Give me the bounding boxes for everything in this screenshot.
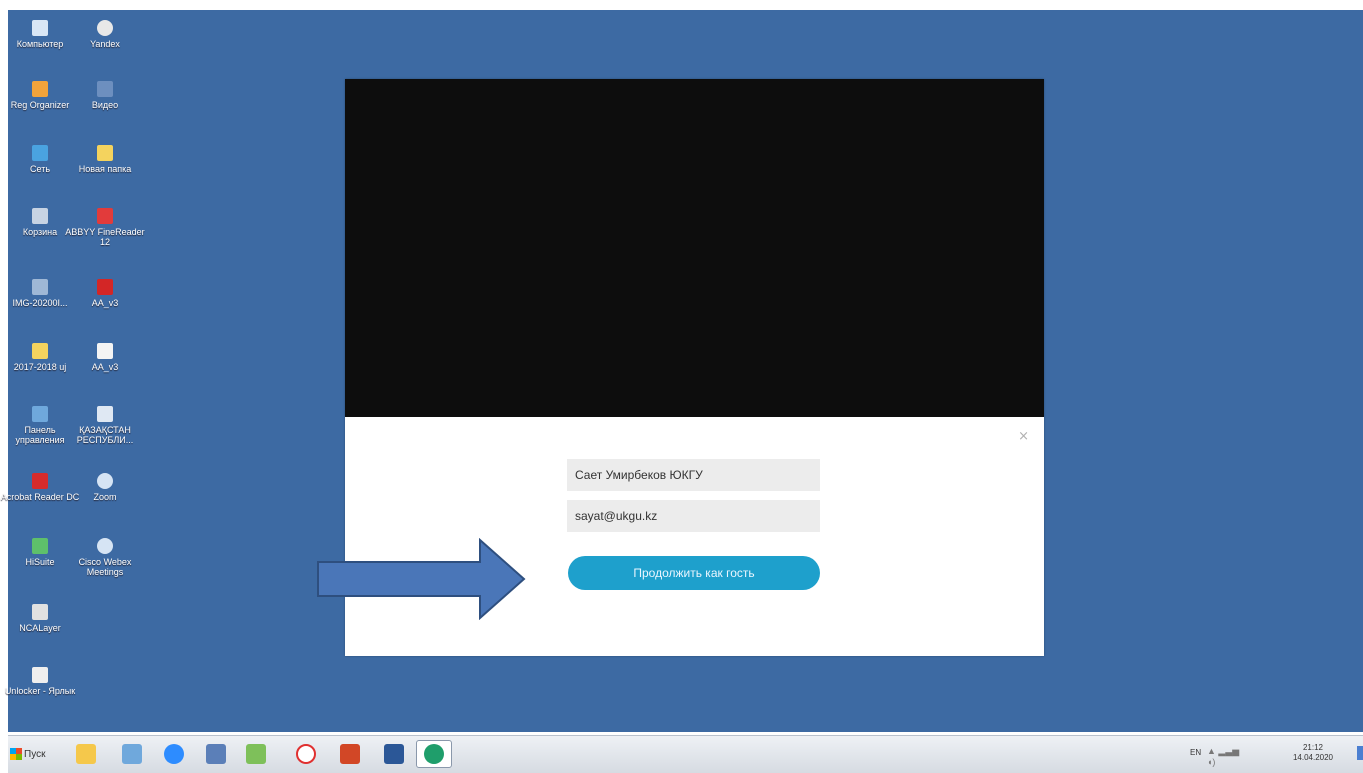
taskbar-zoom[interactable] (158, 740, 190, 768)
clock-date: 14.04.2020 (1292, 753, 1334, 762)
powerpoint-icon (340, 744, 360, 764)
abbyy-icon (97, 208, 113, 224)
desktop-icon-abbyy[interactable]: ABBYY FineReader 12 (65, 208, 145, 247)
folder-icon (97, 145, 113, 161)
windows-logo-icon (10, 748, 22, 760)
reg-organizer-icon (32, 81, 48, 97)
yandex-browser-icon (97, 20, 113, 36)
continue-as-guest-button[interactable]: Продолжить как гость (568, 556, 820, 590)
email-input[interactable] (567, 500, 820, 532)
taskbar-powerpoint[interactable] (334, 740, 366, 768)
computer-icon (32, 20, 48, 36)
video-folder-icon (97, 81, 113, 97)
remote-desktop-icon (122, 744, 142, 764)
paint-icon (246, 744, 266, 764)
hisuite-icon (32, 538, 48, 554)
close-icon[interactable]: × (1018, 429, 1029, 444)
acrobat-icon (32, 473, 48, 489)
desktop-icon-yandex[interactable]: Yandex (65, 20, 145, 49)
image-file-icon (32, 279, 48, 295)
zoom-icon (97, 473, 113, 489)
webex-circle-icon (424, 744, 444, 764)
explorer-folder-icon (76, 744, 96, 764)
network-icon (32, 145, 48, 161)
taskbar: Пуск EN ▲ ▂▃▅ ◖) 21:12 14.04.2020 (8, 735, 1363, 773)
taskbar-webex[interactable] (416, 740, 452, 768)
taskbar-yandex[interactable] (290, 740, 322, 768)
folder-icon (32, 343, 48, 359)
ammyy-admin-icon (97, 279, 113, 295)
desktop-icon-aa-v3-doc[interactable]: AA_v3 (65, 343, 145, 372)
ncalayer-icon (32, 604, 48, 620)
document-icon (97, 343, 113, 359)
unlocker-icon (32, 667, 48, 683)
desktop-icon-aa-v3-app[interactable]: AA_v3 (65, 279, 145, 308)
recycle-bin-icon (32, 208, 48, 224)
control-panel-icon (32, 406, 48, 422)
taskbar-people[interactable] (200, 740, 232, 768)
clock-time: 21:12 (1302, 743, 1324, 752)
desktop-icon-new-folder[interactable]: Новая папка (65, 145, 145, 174)
system-tray: EN ▲ ▂▃▅ ◖) 21:12 14.04.2020 (1183, 736, 1363, 773)
taskbar-word[interactable] (378, 740, 410, 768)
yandex-browser-icon (296, 744, 316, 764)
word-icon (384, 744, 404, 764)
language-indicator[interactable]: EN (1190, 748, 1201, 757)
desktop-icon-kz-doc[interactable]: ҚАЗАҚСТАН РЕСПУБЛИ... (65, 406, 145, 445)
zoom-icon (164, 744, 184, 764)
desktop-icon-webex[interactable]: Cisco Webex Meetings (65, 538, 145, 577)
name-input[interactable] (567, 459, 820, 491)
taskbar-paint[interactable] (240, 740, 272, 768)
taskbar-remote-desktop[interactable] (116, 740, 148, 768)
desktop-icon-zoom[interactable]: Zoom (65, 473, 145, 502)
annotation-arrow (317, 538, 526, 620)
clock[interactable]: 21:12 14.04.2020 (1288, 743, 1338, 763)
desktop-icon-ncalayer[interactable]: NCALayer (0, 604, 80, 633)
desktop-icon-unlocker[interactable]: Unlocker - Ярлык (0, 667, 80, 696)
show-desktop-button[interactable] (1357, 746, 1363, 760)
network-volume-icon[interactable]: ▲ ▂▃▅ ◖) (1207, 746, 1247, 767)
webex-icon (97, 538, 113, 554)
start-button[interactable]: Пуск (10, 741, 58, 767)
shortcut-doc-icon (97, 406, 113, 422)
video-preview (345, 79, 1044, 417)
taskbar-explorer[interactable] (70, 740, 102, 768)
desktop-icon-video[interactable]: Видео (65, 81, 145, 110)
people-icon (206, 744, 226, 764)
